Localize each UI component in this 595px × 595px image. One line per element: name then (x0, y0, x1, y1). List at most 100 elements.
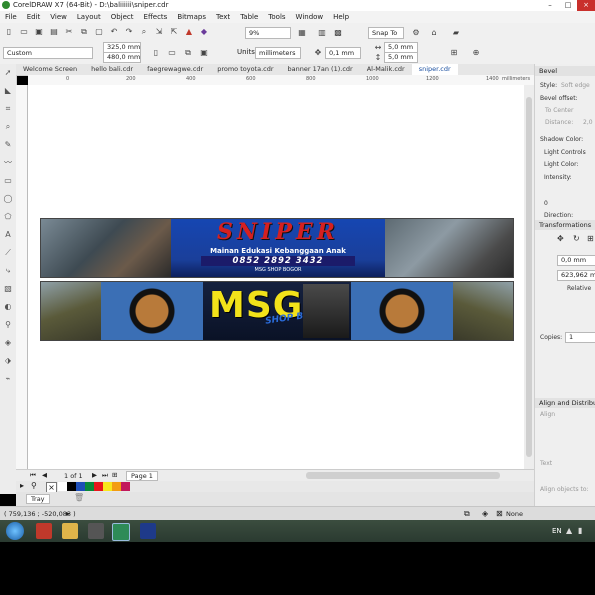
current-page-icon[interactable]: ▣ (198, 47, 210, 59)
page-size-dropdown[interactable]: Custom (3, 47, 93, 59)
start-button[interactable] (6, 522, 24, 540)
undo-icon[interactable]: ↶ (108, 26, 120, 38)
vertical-scrollbar[interactable] (524, 85, 534, 469)
scrollbar-thumb[interactable] (526, 97, 532, 457)
interactive-fill-icon[interactable]: ◈ (3, 338, 13, 348)
menu-tools[interactable]: Tools (263, 13, 290, 21)
rectangle-tool-icon[interactable]: ▭ (3, 176, 13, 186)
copies-field[interactable]: 1 (565, 332, 595, 343)
save-icon[interactable]: ▣ (33, 26, 45, 38)
menu-help[interactable]: Help (328, 13, 354, 21)
zoom-level-field[interactable]: 9% (245, 27, 291, 39)
menu-bitmaps[interactable]: Bitmaps (172, 13, 211, 21)
minimize-button[interactable]: – (541, 0, 559, 11)
color-swatch[interactable] (121, 482, 130, 491)
palette-menu-icon[interactable]: ▸ (20, 481, 24, 490)
open-icon[interactable]: ▭ (18, 26, 30, 38)
zoom-tool-icon[interactable]: ⌕ (3, 122, 13, 132)
tab-faegrewagwe[interactable]: faegrewagwe.cdr (140, 64, 210, 75)
next-page-icon[interactable]: ▶ (92, 471, 97, 479)
menu-view[interactable]: View (45, 13, 72, 21)
rotate-icon[interactable]: ↻ (573, 234, 580, 243)
fill-dropdown-icon[interactable]: ▰ (450, 27, 462, 39)
new-document-icon[interactable]: ▯ (3, 26, 15, 38)
menu-table[interactable]: Table (235, 13, 263, 21)
freehand-tool-icon[interactable]: ✎ (3, 140, 13, 150)
shape-tool-icon[interactable]: ◣ (3, 86, 13, 96)
scale-icon[interactable]: ⊞ (587, 234, 594, 243)
show-grid-icon[interactable]: ▩ (332, 27, 344, 39)
tab-al-malik[interactable]: Al-Malik.cdr (360, 64, 412, 75)
portrait-icon[interactable]: ▯ (150, 47, 162, 59)
units-dropdown[interactable]: millimeters (255, 47, 301, 59)
menu-window[interactable]: Window (291, 13, 329, 21)
tray-tab[interactable]: Tray (26, 494, 50, 504)
search-content-icon[interactable]: ⌕ (138, 26, 150, 38)
color-swatch[interactable] (85, 482, 94, 491)
pick-tool-icon[interactable]: ➚ (3, 68, 13, 78)
application-launcher-icon[interactable]: ◆ (198, 26, 210, 38)
parallel-dimension-icon[interactable]: ⟋ (3, 248, 13, 258)
tab-welcome-screen[interactable]: Welcome Screen (16, 64, 84, 75)
add-page-icon[interactable]: ⊞ (112, 471, 117, 479)
bevel-style-value[interactable]: Soft edge (561, 82, 590, 89)
publish-pdf-icon[interactable]: ▲ (183, 26, 195, 38)
drawing-canvas[interactable]: SNIPER Mainan Edukasi Kebanggaan Anak 08… (28, 85, 524, 469)
menu-edit[interactable]: Edit (22, 13, 46, 21)
color-swatch[interactable] (58, 482, 67, 491)
paste-icon[interactable]: ▢ (93, 26, 105, 38)
tray-expand-icon[interactable]: ▲ (566, 526, 572, 535)
redo-icon[interactable]: ↷ (123, 26, 135, 38)
polygon-tool-icon[interactable]: ⬠ (3, 212, 13, 222)
import-icon[interactable]: ⇲ (153, 26, 165, 38)
page-height-field[interactable]: 480,0 mm (103, 52, 141, 63)
crop-tool-icon[interactable]: ⌗ (3, 104, 13, 114)
outline-pen-icon[interactable]: ⌁ (3, 374, 13, 384)
page-tab[interactable]: Page 1 (126, 471, 158, 481)
export-icon[interactable]: ⇱ (168, 26, 180, 38)
photoshop-taskbar-icon[interactable] (140, 523, 156, 539)
copy-icon[interactable]: ⧉ (78, 26, 90, 38)
landscape-icon[interactable]: ▭ (166, 47, 178, 59)
tab-sniper[interactable]: sniper.cdr (411, 64, 458, 75)
distance-value[interactable]: 2,0 (583, 119, 593, 126)
menu-file[interactable]: File (0, 13, 22, 21)
print-icon[interactable]: ▤ (48, 26, 60, 38)
menu-object[interactable]: Object (106, 13, 139, 21)
to-center-option[interactable]: To Center (545, 107, 573, 114)
options-icon[interactable]: ⚙ (410, 27, 422, 39)
trash-icon[interactable]: 🗑 (74, 493, 84, 502)
transform-x-field[interactable]: 0,0 mm (557, 255, 595, 266)
horizontal-scrollbar[interactable] (306, 472, 500, 479)
network-icon[interactable]: ▮ (578, 526, 582, 535)
edit-across-layers-icon[interactable]: ⊞ (448, 47, 460, 59)
vertical-ruler[interactable] (16, 85, 28, 469)
color-swatch[interactable] (76, 482, 85, 491)
transform-y-field[interactable]: 623,962 mm (557, 270, 595, 281)
quick-customize-icon[interactable]: ⊕ (470, 47, 482, 59)
close-button[interactable]: × (577, 0, 595, 11)
nudge-distance-field[interactable]: 0,1 mm (325, 47, 361, 59)
full-screen-preview-icon[interactable]: ▦ (296, 27, 308, 39)
welcome-screen-icon[interactable]: ⌂ (428, 27, 440, 39)
tab-banner-17an[interactable]: banner 17an (1).cdr (281, 64, 360, 75)
menu-layout[interactable]: Layout (72, 13, 106, 21)
cut-icon[interactable]: ✂ (63, 26, 75, 38)
color-swatch[interactable] (103, 482, 112, 491)
acrobat-taskbar-icon[interactable] (36, 523, 52, 539)
msg-banner-bottom[interactable]: MSG SHOP BOGOR (40, 281, 514, 341)
tab-hello-bali[interactable]: hello bali.cdr (84, 64, 140, 75)
status-expand-icon[interactable]: ▸ (66, 509, 70, 518)
document-color-icon[interactable]: ⧉ (464, 509, 470, 519)
smart-fill-icon[interactable]: ⬗ (3, 356, 13, 366)
duplicate-distance-y-field[interactable]: 5,0 mm (384, 52, 418, 63)
all-pages-icon[interactable]: ⧉ (182, 47, 194, 59)
color-swatch[interactable] (67, 482, 76, 491)
show-rulers-icon[interactable]: ▥ (316, 27, 328, 39)
drop-shadow-tool-icon[interactable]: ▧ (3, 284, 13, 294)
eyedropper-icon[interactable]: ⚲ (31, 481, 37, 490)
ellipse-tool-icon[interactable]: ◯ (3, 194, 13, 204)
language-indicator[interactable]: EN (552, 527, 562, 535)
maximize-button[interactable]: □ (559, 0, 577, 11)
eyedropper-tool-icon[interactable]: ⚲ (3, 320, 13, 330)
